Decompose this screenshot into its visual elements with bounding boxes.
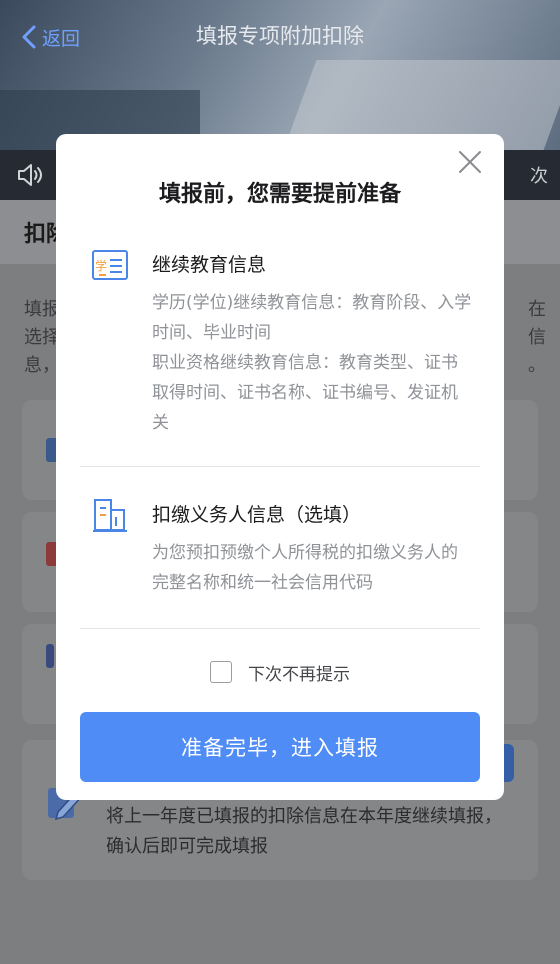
- card-icon: [46, 644, 54, 668]
- dont-show-again-row: 下次不再提示: [56, 658, 504, 686]
- preparation-dialog: 填报前，您需要提前准备 学 继续教育信息 学历(学位)继续教育信息：教育阶段、入…: [56, 134, 504, 800]
- dialog-title: 填报前，您需要提前准备: [158, 182, 401, 207]
- building-icon: [93, 499, 127, 532]
- confirm-start-filling-button[interactable]: 准备完毕，进入填报: [80, 712, 480, 782]
- notice-text: 次: [530, 166, 548, 187]
- page-description-left: 填报 选择 息，: [24, 296, 60, 380]
- close-icon[interactable]: [456, 148, 484, 176]
- description-line: 填报: [24, 299, 60, 320]
- svg-text:学: 学: [95, 258, 107, 273]
- withholding-agent-section-text: 为您预扣预缴个人所得税的扣缴义务人的完整名称和统一社会信用代码: [152, 543, 458, 593]
- education-section-text: 学历(学位)继续教育信息：教育阶段、入学时间、毕业时间 职业资格继续教育信息：教…: [152, 293, 472, 433]
- page-title: 填报专项附加扣除: [196, 24, 364, 48]
- dont-show-again-checkbox[interactable]: [210, 661, 232, 683]
- continue-fill-description: 将上一年度已填报的扣除信息在本年度继续填报，确认后即可完成填报: [106, 806, 502, 857]
- education-certificate-icon: 学: [92, 250, 128, 280]
- dont-show-again-label: 下次不再提示: [248, 664, 350, 685]
- withholding-agent-section-title: 扣缴义务人信息（选填）: [152, 504, 362, 526]
- section-divider: [80, 628, 480, 629]
- section-divider: [80, 466, 480, 467]
- page-description-right: 在 信 。: [528, 296, 546, 380]
- description-line: 在: [528, 299, 546, 320]
- description-line: 息，: [24, 355, 60, 376]
- description-line: 信: [528, 327, 546, 348]
- description-line: 选择: [24, 327, 60, 348]
- page-header: 返回 填报专项附加扣除: [0, 0, 560, 150]
- speaker-icon: [18, 164, 42, 186]
- education-section-title: 继续教育信息: [152, 254, 267, 276]
- description-line: 。: [528, 355, 546, 376]
